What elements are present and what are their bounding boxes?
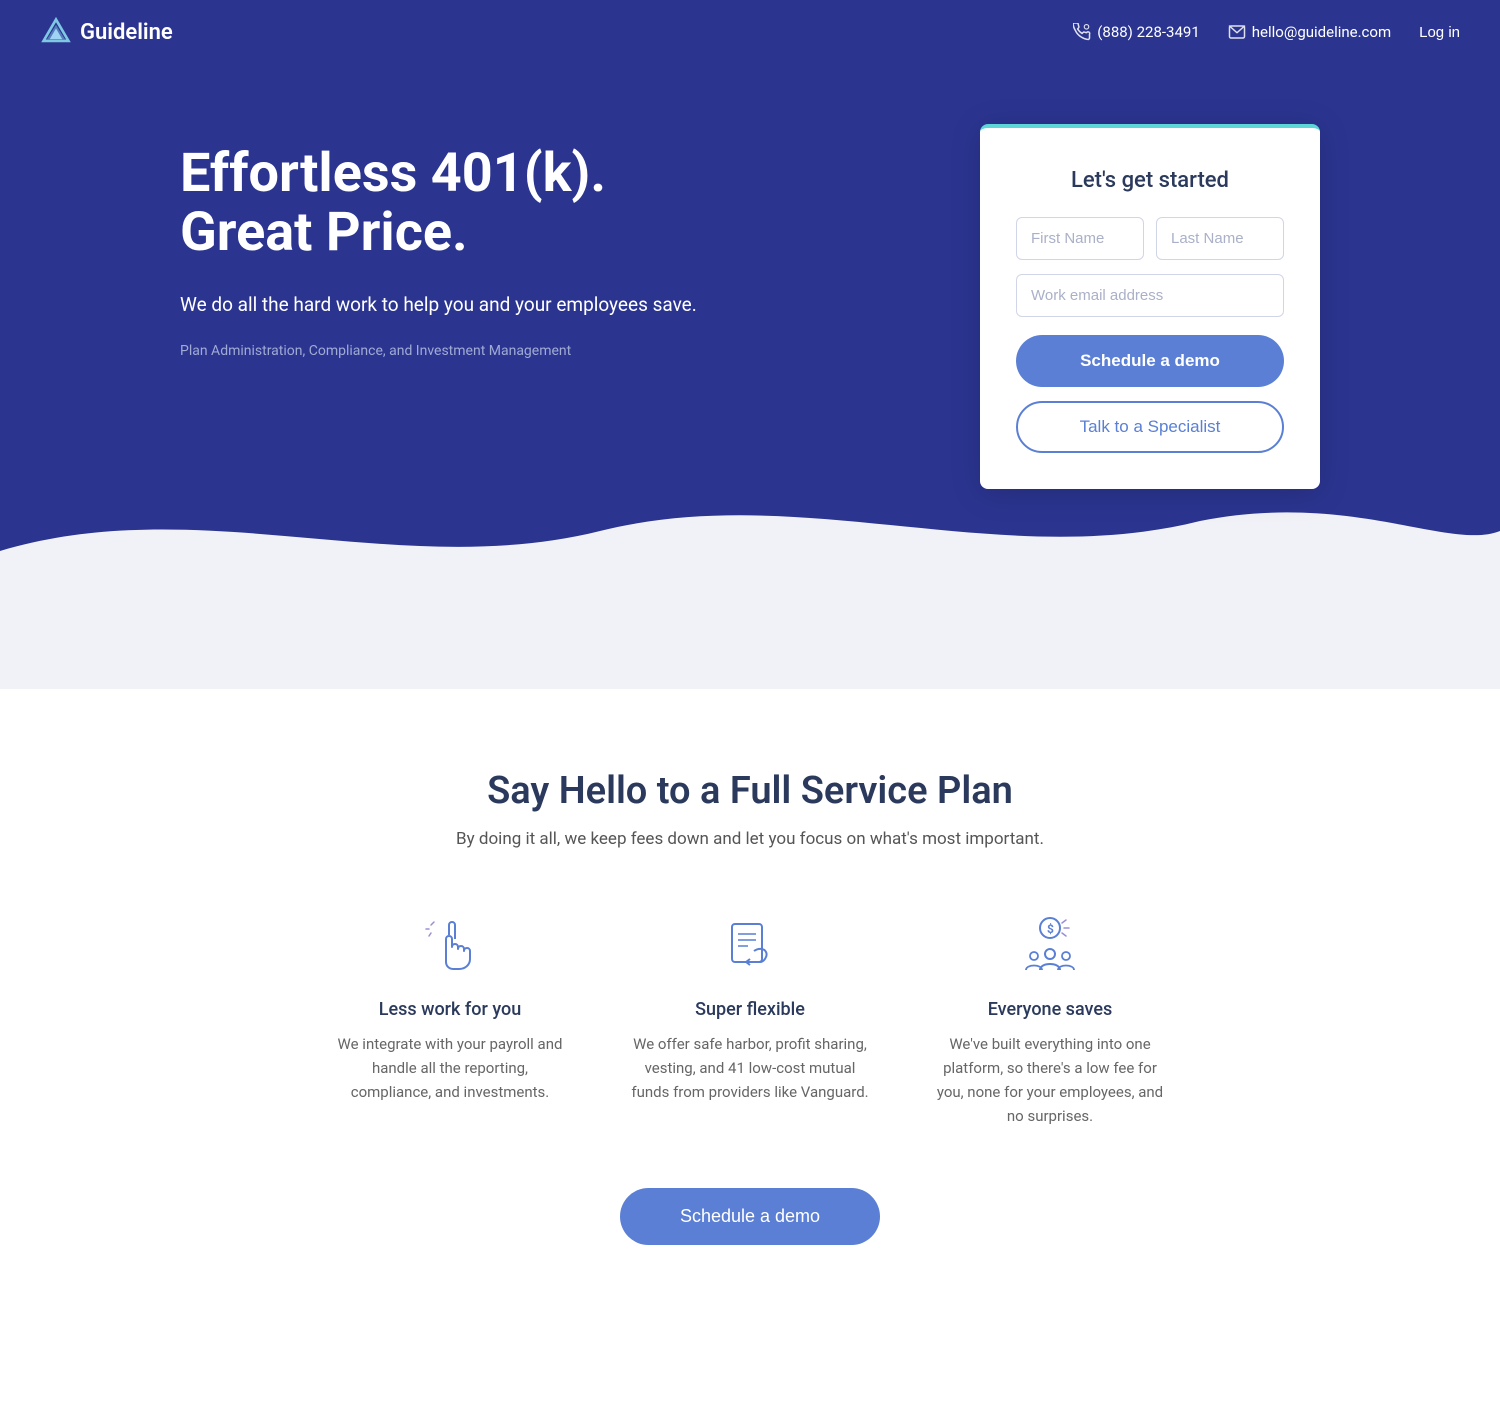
email-address: hello@guideline.com (1252, 23, 1391, 41)
form-title: Let's get started (1016, 168, 1284, 193)
feature-desc-1: We integrate with your payroll and handl… (330, 1032, 570, 1104)
feature-desc-3: We've built everything into one platform… (930, 1032, 1170, 1128)
features-grid: Less work for you We integrate with your… (40, 909, 1460, 1128)
phone-icon (1073, 23, 1091, 41)
logo-text: Guideline (80, 20, 173, 45)
logo: Guideline (40, 16, 173, 48)
features-title: Say Hello to a Full Service Plan (40, 769, 1460, 813)
hero-title: Effortless 401(k). Great Price. (180, 144, 760, 263)
feature-item-1: Less work for you We integrate with your… (330, 909, 570, 1128)
phone-number: (888) 228-3491 (1097, 23, 1200, 41)
wave-divider (0, 471, 1500, 591)
schedule-demo-button[interactable]: Schedule a demo (1016, 335, 1284, 387)
email-icon (1228, 23, 1246, 41)
feature-name-1: Less work for you (330, 999, 570, 1020)
svg-text:$: $ (1047, 922, 1054, 936)
email-input[interactable] (1016, 274, 1284, 317)
feature-item-2: Super flexible We offer safe harbor, pro… (630, 909, 870, 1128)
features-cta-button[interactable]: Schedule a demo (620, 1188, 880, 1245)
section-buffer (0, 589, 1500, 689)
talk-to-specialist-button[interactable]: Talk to a Specialist (1016, 401, 1284, 453)
features-subtitle: By doing it all, we keep fees down and l… (40, 829, 1460, 849)
hero-title-line1: Effortless 401(k). (180, 142, 606, 205)
hero-tagline: Plan Administration, Compliance, and Inv… (180, 343, 760, 359)
hero-section: Effortless 401(k). Great Price. We do al… (0, 64, 1500, 589)
feature-name-2: Super flexible (630, 999, 870, 1020)
hero-title-line2: Great Price. (180, 201, 468, 264)
features-section: Say Hello to a Full Service Plan By doin… (0, 689, 1500, 1325)
login-button[interactable]: Log in (1419, 24, 1460, 41)
first-name-input[interactable] (1016, 217, 1144, 260)
everyone-saves-icon: $ (1015, 909, 1085, 979)
form-card: Let's get started Schedule a demo Talk t… (980, 124, 1320, 489)
feature-name-3: Everyone saves (930, 999, 1170, 1020)
name-row (1016, 217, 1284, 260)
less-work-icon (415, 909, 485, 979)
hero-subtitle: We do all the hard work to help you and … (180, 291, 760, 320)
logo-icon (40, 16, 72, 48)
header-right: (888) 228-3491 hello@guideline.com Log i… (1073, 23, 1460, 41)
feature-item-3: $ (930, 909, 1170, 1128)
phone-link[interactable]: (888) 228-3491 (1073, 23, 1200, 41)
hero-content: Effortless 401(k). Great Price. We do al… (180, 124, 760, 359)
feature-desc-2: We offer safe harbor, profit sharing, ve… (630, 1032, 870, 1104)
flexible-icon (715, 909, 785, 979)
last-name-input[interactable] (1156, 217, 1284, 260)
header: Guideline (888) 228-3491 hello@guideline… (0, 0, 1500, 64)
email-link[interactable]: hello@guideline.com (1228, 23, 1391, 41)
